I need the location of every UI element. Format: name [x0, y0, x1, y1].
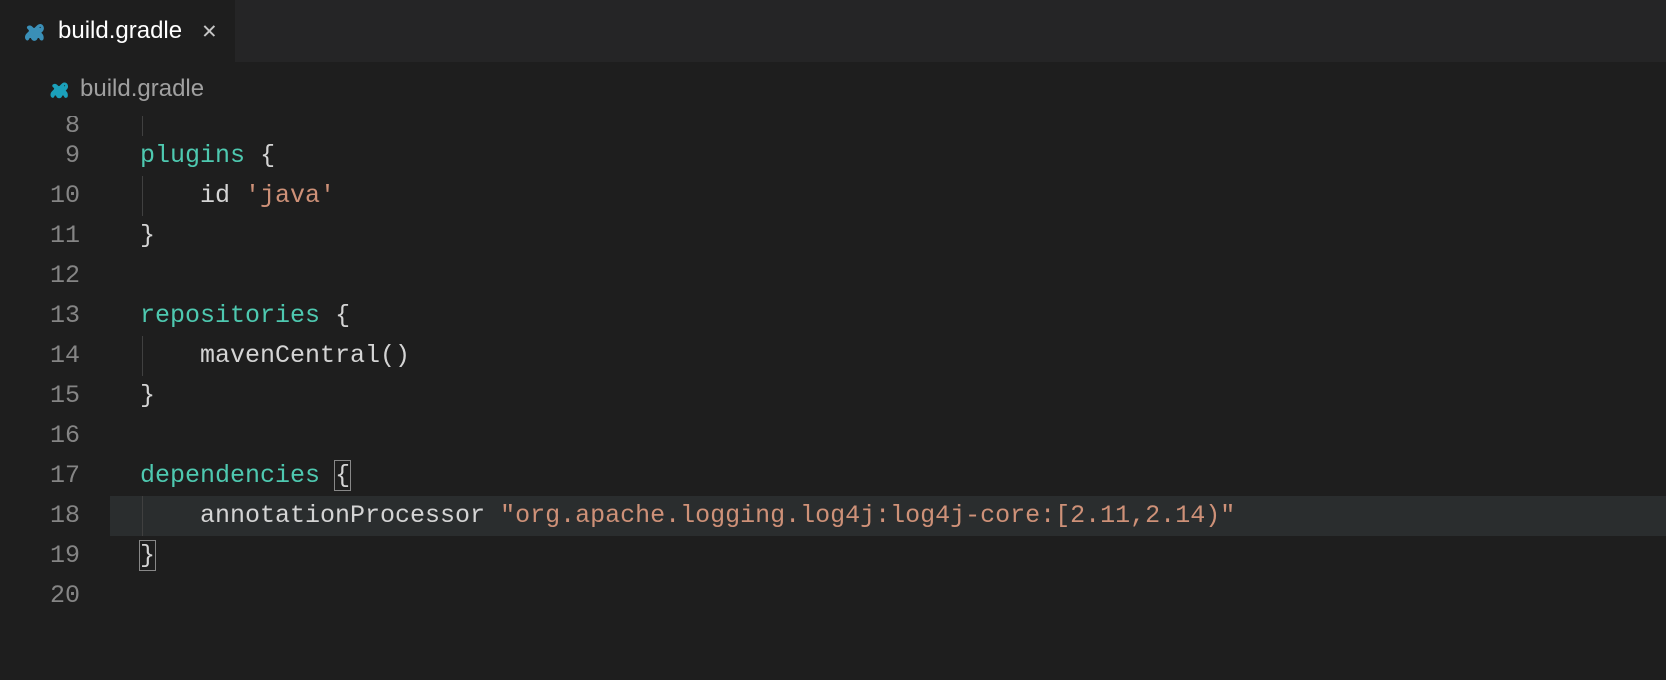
code-token: plugins: [140, 141, 245, 170]
code-token: [230, 181, 245, 210]
code-token: repositories: [140, 301, 320, 330]
code-token: dependencies: [140, 461, 320, 490]
code-token: [320, 461, 335, 490]
tab-bar: build.gradle ✕: [0, 0, 1666, 62]
code-token: [110, 301, 140, 330]
code-line[interactable]: }: [110, 216, 1666, 256]
breadcrumb-label[interactable]: build.gradle: [80, 75, 204, 103]
line-number: 13: [0, 296, 80, 336]
line-number: 19: [0, 536, 80, 576]
line-number: 12: [0, 256, 80, 296]
code-token: }: [140, 221, 155, 250]
code-token: [320, 301, 335, 330]
indent-guide: [142, 336, 201, 376]
gradle-elephant-icon: [44, 76, 70, 102]
line-number: 11: [0, 216, 80, 256]
code-line[interactable]: dependencies {: [110, 456, 1666, 496]
code-token: id: [200, 181, 230, 210]
code-line[interactable]: mavenCentral(): [110, 336, 1666, 376]
code-line[interactable]: }: [110, 536, 1666, 576]
code-line[interactable]: repositories {: [110, 296, 1666, 336]
line-number: 15: [0, 376, 80, 416]
code-token: [110, 221, 140, 250]
code-area[interactable]: plugins { id 'java' } repositories { mav…: [110, 116, 1666, 680]
code-token: [110, 381, 140, 410]
code-line[interactable]: [110, 416, 1666, 456]
code-token: [110, 141, 140, 170]
line-number: 14: [0, 336, 80, 376]
code-token: [245, 141, 260, 170]
indent-guide: [142, 176, 201, 216]
breadcrumb-bar: build.gradle: [0, 62, 1666, 116]
code-token: {: [260, 141, 275, 170]
indent-guide: [142, 116, 201, 136]
code-line[interactable]: annotationProcessor "org.apache.logging.…: [110, 496, 1666, 536]
line-number: 16: [0, 416, 80, 456]
line-number: 20: [0, 576, 80, 616]
tab-label: build.gradle: [58, 17, 182, 45]
code-line[interactable]: plugins {: [110, 136, 1666, 176]
line-number: 17: [0, 456, 80, 496]
line-number: 18: [0, 496, 80, 536]
code-token: [110, 461, 140, 490]
line-number-gutter: 891011121314151617181920: [0, 116, 110, 680]
code-line[interactable]: [110, 256, 1666, 296]
code-editor[interactable]: 891011121314151617181920 plugins { id 'j…: [0, 116, 1666, 680]
code-token: }: [139, 540, 156, 571]
code-token: {: [334, 460, 351, 491]
gradle-elephant-icon: [18, 17, 46, 45]
line-number: 9: [0, 136, 80, 176]
code-token: annotationProcessor: [200, 501, 485, 530]
code-token: 'java': [245, 181, 335, 210]
code-line[interactable]: id 'java': [110, 176, 1666, 216]
code-token: mavenCentral: [200, 341, 380, 370]
code-line[interactable]: }: [110, 376, 1666, 416]
code-token: [110, 541, 140, 570]
code-token: }: [140, 381, 155, 410]
line-number: 10: [0, 176, 80, 216]
close-icon[interactable]: ✕: [202, 16, 216, 46]
code-token: "org.apache.logging.log4j:log4j-core:[2.…: [500, 501, 1235, 530]
tab-build-gradle[interactable]: build.gradle ✕: [0, 0, 236, 62]
code-token: [485, 501, 500, 530]
code-line[interactable]: [110, 116, 1666, 136]
code-token: (): [380, 341, 410, 370]
line-number: 8: [0, 116, 80, 136]
code-token: {: [335, 301, 350, 330]
indent-guide: [142, 496, 201, 536]
code-line[interactable]: [110, 576, 1666, 616]
